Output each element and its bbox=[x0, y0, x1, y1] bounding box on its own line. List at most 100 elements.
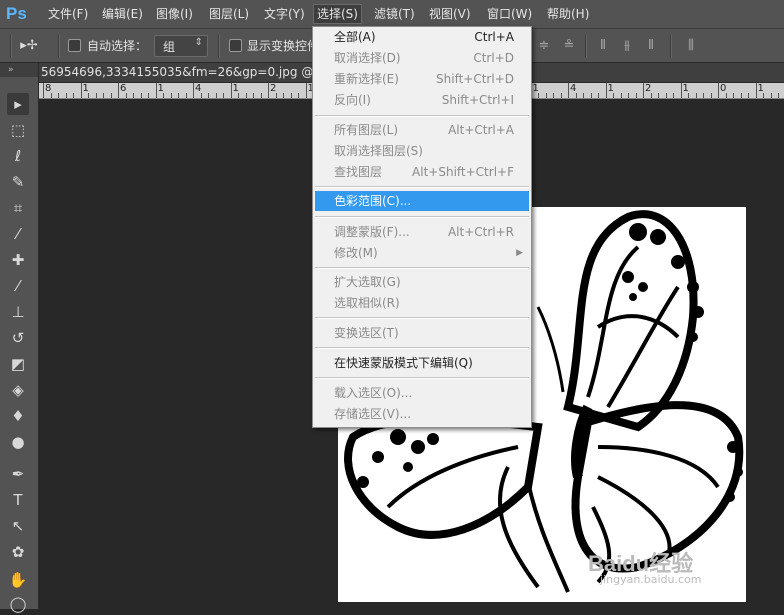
ruler-minor-tick bbox=[695, 93, 697, 98]
healing-icon[interactable]: ✚ bbox=[7, 249, 29, 271]
brush-icon[interactable]: ⁄ bbox=[7, 275, 29, 297]
menu-item-select-all[interactable]: 全部(A) Ctrl+A bbox=[315, 27, 529, 47]
updown-arrows-icon: ⇕ bbox=[194, 37, 203, 48]
menu-item-modify[interactable]: 修改(M) ▶ bbox=[315, 243, 529, 263]
menu-item-find-layers[interactable]: 查找图层 Alt+Shift+Ctrl+F bbox=[315, 162, 529, 182]
menu-view[interactable]: 视图(V) bbox=[426, 5, 474, 23]
tools-panel-header[interactable]: » bbox=[0, 63, 38, 77]
bucket-icon[interactable]: ◈ bbox=[7, 379, 29, 401]
menu-item-load-selection[interactable]: 载入选区(O)... bbox=[315, 383, 529, 403]
menu-separator bbox=[315, 317, 529, 319]
align-left-icon[interactable]: ⫴ bbox=[594, 37, 612, 55]
zoom-icon[interactable]: ◯ bbox=[7, 593, 29, 615]
menu-type[interactable]: 文字(Y) bbox=[261, 5, 308, 23]
menu-item-color-range[interactable]: 色彩范围(C)... bbox=[315, 191, 529, 211]
menu-item-quick-mask[interactable]: 在快速蒙版模式下编辑(Q) bbox=[315, 353, 529, 373]
menu-layer[interactable]: 图层(L) bbox=[206, 5, 252, 23]
marquee-icon[interactable]: ⬚ bbox=[7, 119, 29, 141]
stamp-icon[interactable]: ⊥ bbox=[7, 301, 29, 323]
ruler-major-tick bbox=[568, 83, 569, 98]
ruler-minor-tick bbox=[245, 93, 247, 98]
menu-item-label: 存储选区(V)... bbox=[334, 407, 412, 421]
menu-separator bbox=[315, 267, 529, 269]
menu-item-grow[interactable]: 扩大选取(G) bbox=[315, 272, 529, 292]
move-icon[interactable]: ▸ bbox=[7, 93, 29, 115]
ruler-major-tick bbox=[193, 83, 194, 98]
ruler-minor-tick bbox=[733, 93, 734, 98]
align-right-icon[interactable]: ⫴ bbox=[642, 37, 660, 55]
ruler-minor-tick bbox=[178, 93, 179, 98]
quick-select-icon[interactable]: ✎ bbox=[7, 171, 29, 193]
ruler-minor-tick bbox=[200, 93, 202, 98]
menu-item-label: 扩大选取(G) bbox=[334, 275, 401, 289]
auto-select-checkbox[interactable] bbox=[68, 39, 81, 52]
menu-separator bbox=[315, 115, 529, 117]
ruler-minor-tick bbox=[73, 93, 74, 98]
type-icon[interactable]: T bbox=[7, 489, 29, 511]
ruler-minor-tick bbox=[763, 93, 764, 98]
move-tool-preset-icon[interactable]: ▸✢ bbox=[20, 37, 38, 55]
path-select-icon[interactable]: ↖ bbox=[7, 515, 29, 537]
menu-item-label: 重新选择(E) bbox=[334, 72, 399, 86]
ruler-major-tick bbox=[268, 83, 269, 98]
blur-icon[interactable]: ♦ bbox=[7, 405, 29, 427]
menu-help[interactable]: 帮助(H) bbox=[544, 5, 592, 23]
lasso-icon[interactable]: ℓ bbox=[7, 145, 29, 167]
ruler-minor-tick bbox=[103, 93, 104, 98]
auto-select-dropdown[interactable]: 组 ⇕ bbox=[154, 35, 208, 57]
menu-item-label: 取消选择(D) bbox=[334, 51, 401, 65]
crop-icon[interactable]: ⌗ bbox=[7, 197, 29, 219]
divider bbox=[58, 35, 60, 57]
auto-select-value: 组 bbox=[163, 40, 176, 54]
align-hcenter-icon[interactable]: ⫵ bbox=[618, 37, 636, 55]
ruler-minor-tick bbox=[665, 93, 667, 98]
menu-edit[interactable]: 编辑(E) bbox=[99, 5, 146, 23]
menu-item-reselect[interactable]: 重新选择(E) Shift+Ctrl+D bbox=[315, 69, 529, 89]
ruler-minor-tick bbox=[65, 93, 67, 98]
dodge-icon[interactable]: ● bbox=[7, 431, 29, 453]
ruler-minor-tick bbox=[275, 93, 277, 98]
menu-item-label: 修改(M) bbox=[334, 246, 378, 260]
ruler-major-tick bbox=[680, 83, 682, 98]
eraser-icon[interactable]: ◩ bbox=[7, 353, 29, 375]
menu-item-similar[interactable]: 选取相似(R) bbox=[315, 293, 529, 313]
ruler-minor-tick bbox=[770, 93, 772, 98]
menu-item-refine-mask[interactable]: 调整蒙版(F)... Alt+Ctrl+R bbox=[315, 222, 529, 242]
menu-item-label: 全部(A) bbox=[334, 30, 376, 44]
menu-item-deselect-layers[interactable]: 取消选择图层(S) bbox=[315, 141, 529, 161]
menu-separator bbox=[315, 377, 529, 379]
ruler-minor-tick bbox=[628, 93, 629, 98]
align-bottom-icon[interactable]: ≗ bbox=[560, 37, 578, 55]
menu-filter[interactable]: 滤镜(T) bbox=[371, 5, 418, 23]
hand-icon[interactable]: ✋ bbox=[7, 569, 29, 591]
menu-item-transform-selection[interactable]: 变换选区(T) bbox=[315, 323, 529, 343]
ruler-minor-tick bbox=[613, 93, 614, 98]
ruler-minor-tick bbox=[260, 93, 262, 98]
menu-item-deselect[interactable]: 取消选择(D) Ctrl+D bbox=[315, 48, 529, 68]
menu-item-label: 色彩范围(C)... bbox=[334, 194, 412, 208]
show-transform-checkbox[interactable] bbox=[229, 39, 242, 52]
menu-select[interactable]: 选择(S) bbox=[313, 4, 362, 24]
grip-divider bbox=[10, 35, 12, 57]
menu-item-save-selection[interactable]: 存储选区(V)... bbox=[315, 404, 529, 424]
ruler-minor-tick bbox=[148, 93, 149, 98]
pen-icon[interactable]: ✒ bbox=[7, 463, 29, 485]
distribute-icon[interactable]: ⫼ bbox=[682, 37, 700, 55]
shape-icon[interactable]: ✿ bbox=[7, 541, 29, 563]
menu-item-shortcut: Ctrl+A bbox=[474, 30, 514, 44]
menu-item-label: 载入选区(O)... bbox=[334, 386, 413, 400]
eyedropper-icon[interactable]: ⁄ bbox=[7, 223, 29, 245]
ruler-major-tick bbox=[43, 83, 44, 98]
menu-file[interactable]: 文件(F) bbox=[45, 5, 91, 23]
menu-window[interactable]: 窗口(W) bbox=[484, 5, 535, 23]
menu-item-shortcut: Shift+Ctrl+D bbox=[436, 72, 514, 86]
align-center-icon[interactable]: ≑ bbox=[535, 37, 553, 55]
ruler-major-tick bbox=[718, 83, 719, 98]
ruler-major-tick bbox=[118, 83, 119, 98]
menu-item-inverse[interactable]: 反向(I) Shift+Ctrl+I bbox=[315, 90, 529, 110]
menu-image[interactable]: 图像(I) bbox=[153, 5, 196, 23]
menu-item-all-layers[interactable]: 所有图层(L) Alt+Ctrl+A bbox=[315, 120, 529, 140]
ruler-minor-tick bbox=[163, 93, 164, 98]
menu-separator bbox=[315, 216, 529, 218]
history-brush-icon[interactable]: ↺ bbox=[7, 327, 29, 349]
